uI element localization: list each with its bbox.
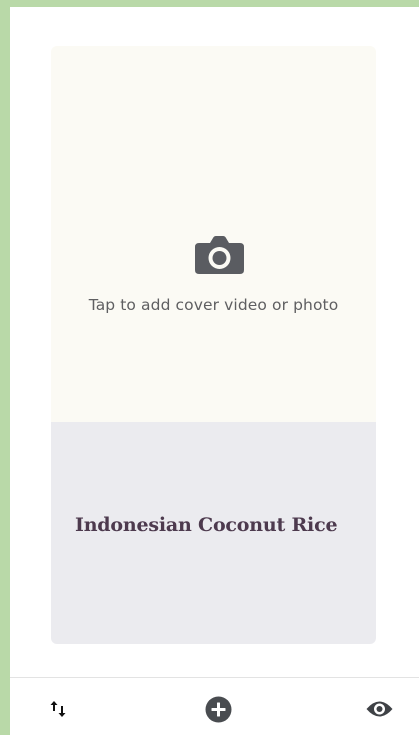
eye-icon xyxy=(366,701,392,717)
add-section-button[interactable] xyxy=(204,695,232,723)
preview-button[interactable] xyxy=(364,696,394,722)
camera-icon xyxy=(195,236,244,274)
cover-media-placeholder[interactable]: Tap to add cover video or photo xyxy=(51,46,376,422)
reorder-arrows-icon xyxy=(50,701,66,717)
recipe-title-area[interactable]: Indonesian Coconut Rice xyxy=(51,422,376,644)
editor-screen: Tap to add cover video or photo Indonesi… xyxy=(10,7,419,735)
toolbar-divider xyxy=(10,677,419,678)
cover-prompt-text: Tap to add cover video or photo xyxy=(88,296,339,314)
reorder-button[interactable] xyxy=(46,697,70,721)
add-circle-icon xyxy=(205,696,231,722)
recipe-card: Tap to add cover video or photo Indonesi… xyxy=(51,46,376,644)
recipe-title: Indonesian Coconut Rice xyxy=(75,514,338,536)
